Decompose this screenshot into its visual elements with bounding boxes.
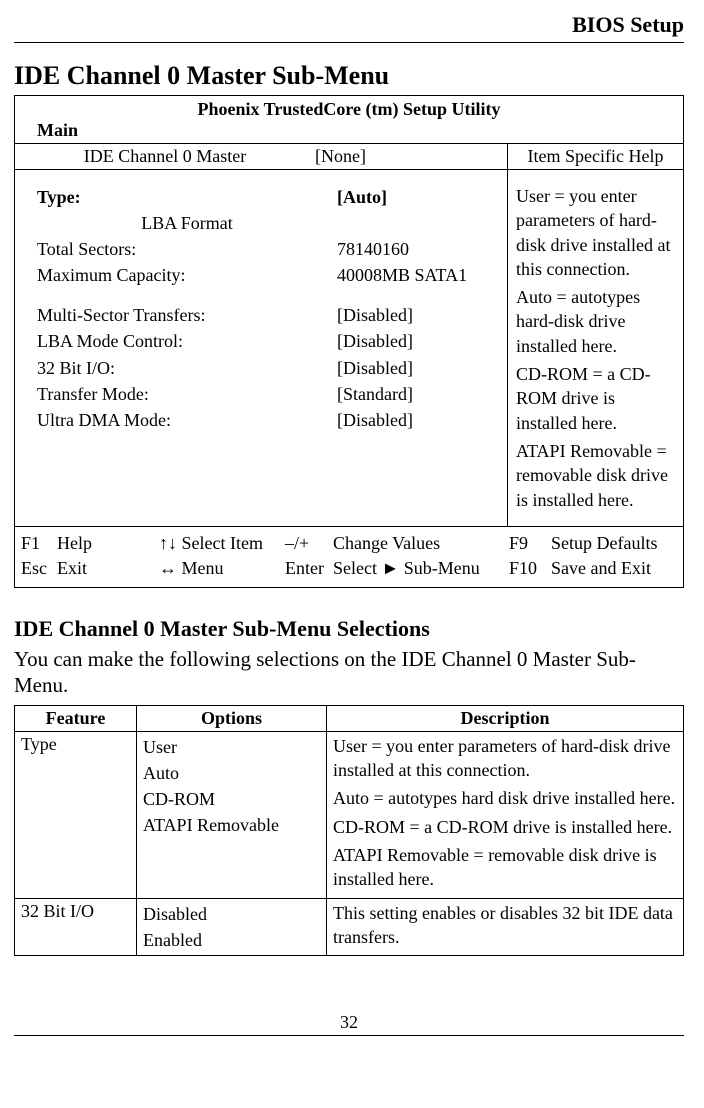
bios-body: Type: [Auto] LBA Format Total Sectors: 7… (15, 170, 683, 527)
label-lba-format: LBA Format (37, 210, 337, 236)
key-row-1: F1 Help ↑↓ Select Item –/+ Change Values… (21, 531, 677, 556)
bios-key-legend: F1 Help ↑↓ Select Item –/+ Change Values… (15, 527, 683, 587)
running-head-text: BIOS Setup (572, 12, 684, 38)
option-item: Disabled (143, 901, 320, 927)
value-total-sectors: 78140160 (337, 236, 503, 262)
table-head-row: Feature Options Description (15, 705, 684, 731)
spacer (37, 288, 503, 302)
bios-menu-tab: Main (15, 120, 683, 143)
desc-line: Auto = autotypes hard disk drive install… (333, 786, 677, 810)
key-select-submenu: Select ► Sub-Menu (333, 556, 509, 581)
bios-subheader-left: IDE Channel 0 Master [None] (15, 144, 507, 169)
cell-feature: 32 Bit I/O (15, 898, 137, 956)
key-save-exit: Save and Exit (551, 556, 677, 581)
bios-submenu-label: IDE Channel 0 Master (15, 146, 315, 167)
option-item: User (143, 734, 320, 760)
value-type: [Auto] (337, 184, 503, 210)
bios-subheader: IDE Channel 0 Master [None] Item Specifi… (15, 143, 683, 170)
row-lba-mode: LBA Mode Control: [Disabled] (37, 328, 503, 354)
row-ultra-dma: Ultra DMA Mode: [Disabled] (37, 407, 503, 433)
row-total-sectors: Total Sectors: 78140160 (37, 236, 503, 262)
label-ultra-dma: Ultra DMA Mode: (37, 407, 337, 433)
row-max-capacity: Maximum Capacity: 40008MB SATA1 (37, 262, 503, 288)
value-transfer-mode: [Standard] (337, 381, 503, 407)
value-max-capacity: 40008MB SATA1 (337, 262, 503, 288)
value-ultra-dma: [Disabled] (337, 407, 503, 433)
key-f9: F9 (509, 531, 551, 556)
th-description: Description (327, 705, 684, 731)
th-options: Options (137, 705, 327, 731)
table-row: Type User Auto CD-ROM ATAPI Removable Us… (15, 731, 684, 898)
row-multi-sector: Multi-Sector Transfers: [Disabled] (37, 302, 503, 328)
label-type: Type: (37, 184, 337, 210)
label-multi-sector: Multi-Sector Transfers: (37, 302, 337, 328)
key-menu: ↔ Menu (159, 556, 285, 581)
option-item: ATAPI Removable (143, 812, 320, 838)
desc-line: CD-ROM = a CD-ROM drive is installed her… (333, 815, 677, 839)
label-32bit-io: 32 Bit I/O: (37, 355, 337, 381)
key-esc: Esc (21, 556, 57, 581)
page: BIOS Setup IDE Channel 0 Master Sub-Menu… (0, 0, 704, 1046)
help-text-1: User = you enter parameters of hard-disk… (516, 184, 675, 281)
section-2-intro: You can make the following selections on… (14, 646, 684, 699)
section-title-2: IDE Channel 0 Master Sub-Menu Selections (14, 616, 684, 642)
key-exit: Exit (57, 556, 159, 581)
option-item: Enabled (143, 927, 320, 953)
table-row: 32 Bit I/O Disabled Enabled This setting… (15, 898, 684, 956)
row-transfer-mode: Transfer Mode: [Standard] (37, 381, 503, 407)
key-f10: F10 (509, 556, 551, 581)
key-help: Help (57, 531, 159, 556)
cell-feature: Type (15, 731, 137, 898)
bios-help-heading: Item Specific Help (507, 144, 683, 169)
help-text-3: CD-ROM = a CD-ROM drive is installed her… (516, 362, 675, 435)
key-plusminus: –/+ (285, 531, 333, 556)
help-text-2: Auto = autotypes hard-disk drive install… (516, 285, 675, 358)
key-f1: F1 (21, 531, 57, 556)
help-text-4: ATAPI Removable = removable disk drive i… (516, 439, 675, 512)
bios-box: Phoenix TrustedCore (tm) Setup Utility M… (14, 95, 684, 588)
bios-help-panel: User = you enter parameters of hard-disk… (507, 170, 683, 526)
cell-description: User = you enter parameters of hard-disk… (327, 731, 684, 898)
bios-utility-title: Phoenix TrustedCore (tm) Setup Utility (15, 96, 683, 120)
label-max-capacity: Maximum Capacity: (37, 262, 337, 288)
label-lba-mode: LBA Mode Control: (37, 328, 337, 354)
value-32bit-io: [Disabled] (337, 355, 503, 381)
cell-options: Disabled Enabled (137, 898, 327, 956)
running-head: BIOS Setup (14, 12, 684, 43)
page-number: 32 (340, 1012, 358, 1032)
selections-table: Feature Options Description Type User Au… (14, 705, 684, 956)
key-row-2: Esc Exit ↔ Menu Enter Select ► Sub-Menu … (21, 556, 677, 581)
key-select-item: ↑↓ Select Item (159, 531, 285, 556)
key-change-values: Change Values (333, 531, 509, 556)
row-32bit-io: 32 Bit I/O: [Disabled] (37, 355, 503, 381)
page-footer: 32 (14, 1012, 684, 1038)
bios-settings-panel: Type: [Auto] LBA Format Total Sectors: 7… (15, 170, 507, 526)
section-title-1: IDE Channel 0 Master Sub-Menu (14, 61, 684, 91)
label-total-sectors: Total Sectors: (37, 236, 337, 262)
option-item: CD-ROM (143, 786, 320, 812)
option-item: Auto (143, 760, 320, 786)
th-feature: Feature (15, 705, 137, 731)
desc-line: This setting enables or disables 32 bit … (333, 901, 677, 950)
cell-options: User Auto CD-ROM ATAPI Removable (137, 731, 327, 898)
value-multi-sector: [Disabled] (337, 302, 503, 328)
key-setup-defaults: Setup Defaults (551, 531, 677, 556)
cell-description: This setting enables or disables 32 bit … (327, 898, 684, 956)
desc-line: ATAPI Removable = removable disk drive i… (333, 843, 677, 892)
bios-submenu-value: [None] (315, 146, 507, 167)
row-type: Type: [Auto] (37, 184, 503, 210)
label-transfer-mode: Transfer Mode: (37, 381, 337, 407)
key-enter: Enter (285, 556, 333, 581)
footer-rule (14, 1035, 684, 1036)
desc-line: User = you enter parameters of hard-disk… (333, 734, 677, 783)
value-lba-mode: [Disabled] (337, 328, 503, 354)
